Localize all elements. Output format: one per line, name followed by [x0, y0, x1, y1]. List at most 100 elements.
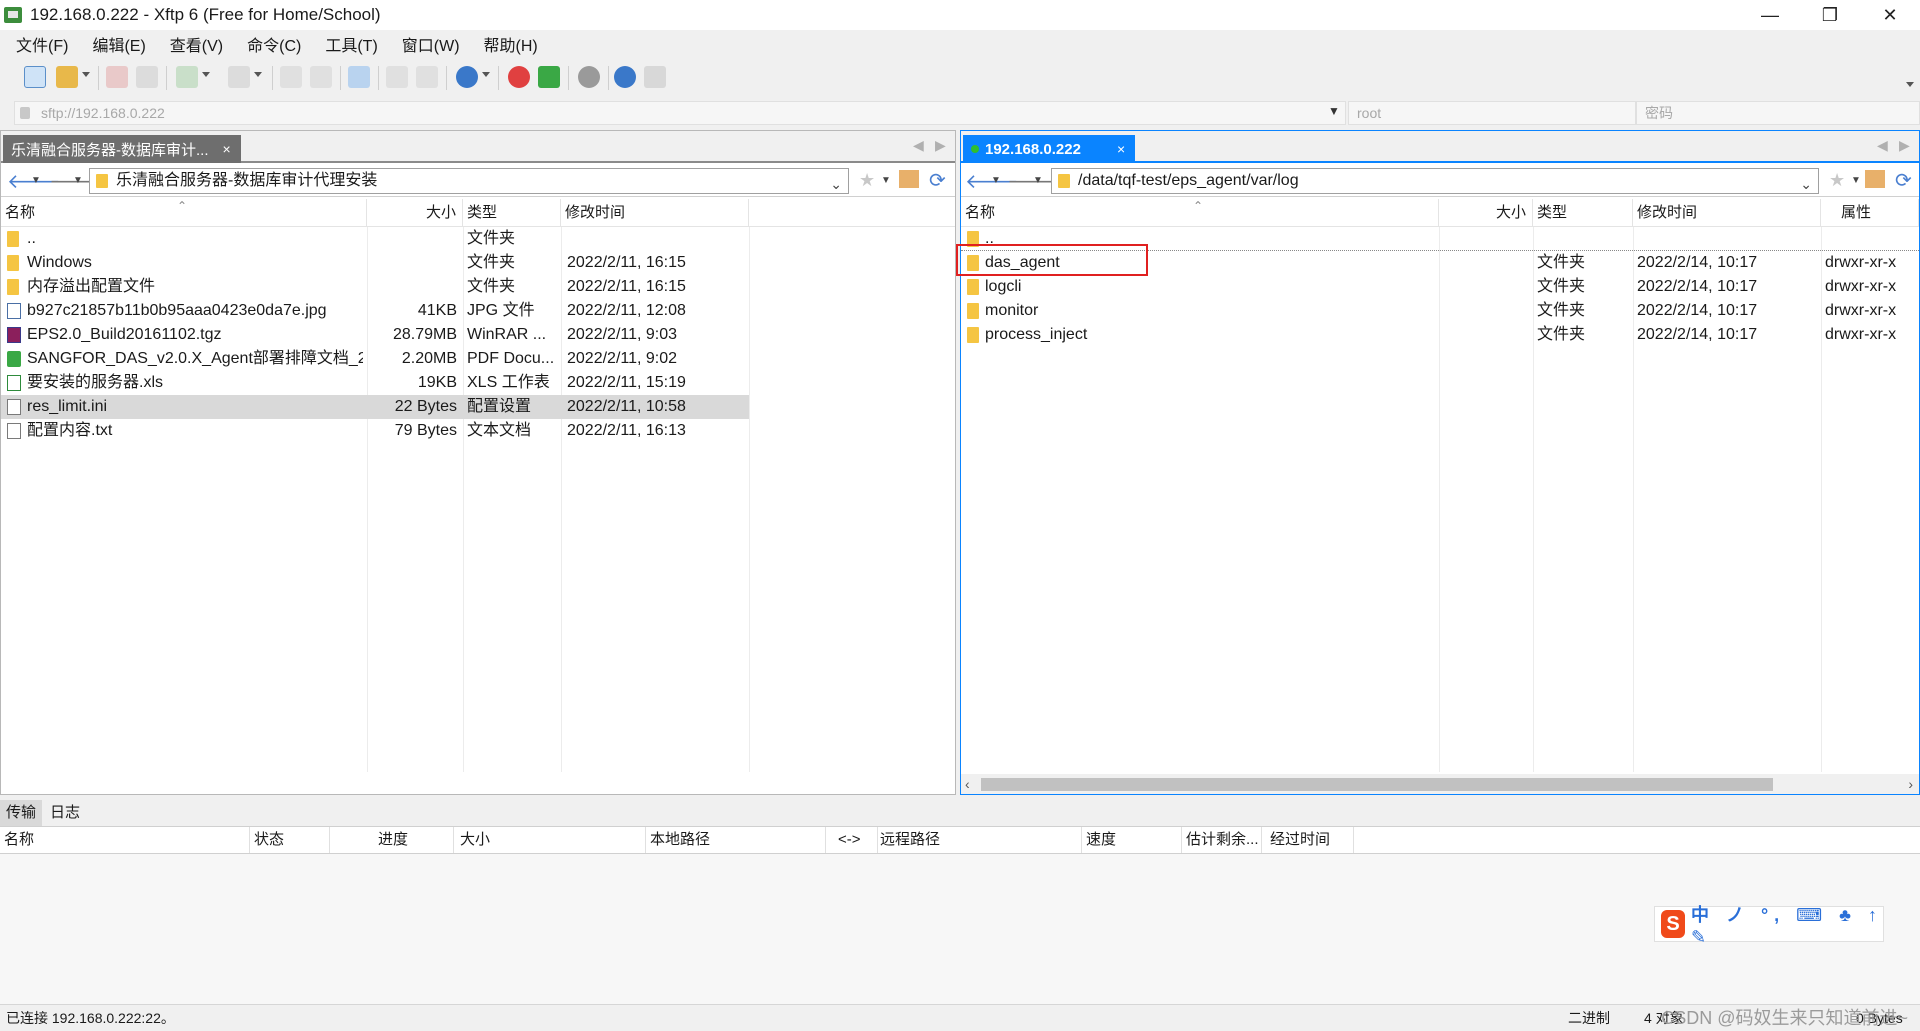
bookmark-dropdown-icon[interactable]: ▼	[1851, 175, 1861, 186]
xfer-col-elapsed[interactable]: 经过时间	[1266, 827, 1354, 853]
menu-file[interactable]: 文件(F)	[12, 30, 72, 58]
file-row[interactable]: b927c21857b11b0b95aaa0423e0da7e.jpg 41KB J…	[1, 299, 749, 323]
file-row[interactable]: SANGFOR_DAS_v2.0.X_Agent部署排障文档_2... 2.20M…	[1, 347, 749, 371]
col-modified[interactable]: 修改时间	[1633, 199, 1821, 227]
xfer-col-direction[interactable]: <->	[834, 827, 878, 853]
maximize-button[interactable]: ❐	[1800, 0, 1860, 30]
toolbar-overflow-icon[interactable]	[1906, 82, 1914, 87]
tab-scroll-left-icon[interactable]: ◀	[913, 137, 924, 154]
tab-close-icon[interactable]: ×	[223, 141, 231, 157]
tab-local-folder[interactable]: 乐清融合服务器-数据库审计... ×	[3, 135, 241, 163]
new-file-icon[interactable]	[280, 66, 302, 88]
remote-path-input[interactable]: /data/tqf-test/eps_agent/var/log ⌄	[1051, 168, 1819, 194]
tab-scroll-left-icon[interactable]: ◀	[1877, 137, 1888, 154]
xshell-icon[interactable]	[508, 66, 530, 88]
ime-toolbar[interactable]: S 中 ノ °, ⌨ ♣ ↑ ✎	[1654, 905, 1884, 947]
paste-icon[interactable]	[416, 66, 438, 88]
menu-command[interactable]: 命令(C)	[243, 30, 305, 58]
properties-icon[interactable]	[310, 66, 332, 88]
close-button[interactable]: ✕	[1860, 0, 1920, 30]
bookmark-dropdown-icon[interactable]: ▼	[881, 175, 891, 186]
tab-scroll-right-icon[interactable]: ▶	[1899, 137, 1910, 154]
username-input[interactable]: root	[1348, 101, 1636, 125]
remote-file-row[interactable]: logcli 文件夹 2022/2/14, 10:17 drwxr-xr-x	[961, 275, 1919, 299]
ime-controls[interactable]: 中 ノ °, ⌨ ♣ ↑ ✎	[1691, 901, 1883, 948]
remote-file-row[interactable]: process_inject 文件夹 2022/2/14, 10:17 drwxr-x…	[961, 323, 1919, 347]
remote-file-row[interactable]: monitor 文件夹 2022/2/14, 10:17 drwxr-xr-x	[961, 299, 1919, 323]
tab-remote-session[interactable]: 192.168.0.222 ×	[963, 135, 1136, 163]
reconnect-icon[interactable]	[136, 66, 158, 88]
menu-help[interactable]: 帮助(H)	[480, 30, 542, 58]
path-dropdown-icon[interactable]: ⌄	[830, 172, 842, 196]
ini-file-icon	[7, 399, 21, 415]
refresh-icon[interactable]: ⟳	[929, 168, 946, 193]
encoding-dropdown-icon[interactable]	[482, 72, 490, 77]
file-row[interactable]: 要安装的服务器.xls 19KB XLS 工作表 2022/2/11, 15:19	[1, 371, 749, 395]
col-modified[interactable]: 修改时间	[561, 199, 749, 227]
tab-transfers[interactable]: 传输	[0, 800, 43, 826]
view-mode-icon[interactable]	[228, 66, 250, 88]
minimize-button[interactable]: —	[1740, 0, 1800, 30]
col-size[interactable]: 大小	[367, 199, 463, 227]
path-dropdown-icon[interactable]: ⌄	[1800, 172, 1812, 196]
file-row[interactable]: Windows 文件夹 2022/2/11, 16:15	[1, 251, 749, 275]
col-attributes[interactable]: 属性	[1821, 199, 1919, 227]
col-size[interactable]: 大小	[1439, 199, 1533, 227]
col-type[interactable]: 类型	[463, 199, 561, 227]
help-icon[interactable]	[614, 66, 636, 88]
remote-path-bar: 🡐 ▼ 🡒 ▼ /data/tqf-test/eps_agent/var/log…	[961, 165, 1919, 197]
remote-horizontal-scrollbar[interactable]: ‹ ›	[961, 774, 1919, 794]
file-row[interactable]: res_limit.ini 22 Bytes 配置设置 2022/2/11, 10:5…	[1, 395, 749, 419]
file-row[interactable]: .. 文件夹	[1, 227, 749, 251]
menu-window[interactable]: 窗口(W)	[398, 30, 464, 58]
copy-icon[interactable]	[386, 66, 408, 88]
home-icon[interactable]	[899, 170, 919, 188]
scrollbar-thumb[interactable]	[981, 778, 1773, 791]
file-row[interactable]: 配置内容.txt 79 Bytes 文本文档 2022/2/11, 16:13	[1, 419, 749, 443]
url-dropdown-icon[interactable]: ▼	[1328, 104, 1340, 118]
xfer-col-size[interactable]: 大小	[456, 827, 646, 853]
menu-view[interactable]: 查看(V)	[166, 30, 227, 58]
tab-log[interactable]: 日志	[44, 800, 86, 826]
settings-dropdown-icon[interactable]	[202, 72, 210, 77]
new-session-icon[interactable]	[24, 66, 46, 88]
star-icon[interactable]: ★	[1829, 170, 1845, 191]
xfer-col-status[interactable]: 状态	[250, 827, 330, 853]
file-attributes: drwxr-xr-x	[1825, 326, 1897, 343]
forward-dropdown-icon[interactable]: ▼	[73, 175, 83, 186]
comment-icon[interactable]	[644, 66, 666, 88]
refresh-icon[interactable]: ⟳	[1895, 168, 1912, 193]
back-dropdown-icon[interactable]: ▼	[31, 175, 41, 186]
gear-icon[interactable]	[578, 66, 600, 88]
forward-dropdown-icon[interactable]: ▼	[1033, 175, 1043, 186]
xfer-col-remote-path[interactable]: 远程路径	[876, 827, 1082, 853]
globe-icon[interactable]	[456, 66, 478, 88]
scroll-left-icon[interactable]: ‹	[965, 774, 970, 794]
tab-close-icon[interactable]: ×	[1117, 141, 1125, 157]
view-dropdown-icon[interactable]	[254, 72, 262, 77]
xfer-col-speed[interactable]: 速度	[1082, 827, 1182, 853]
password-input[interactable]: 密码	[1636, 101, 1920, 125]
open-dropdown-icon[interactable]	[82, 72, 90, 77]
col-type[interactable]: 类型	[1533, 199, 1633, 227]
menu-tools[interactable]: 工具(T)	[321, 30, 381, 58]
open-folder-icon[interactable]	[56, 66, 78, 88]
xftp-icon[interactable]	[538, 66, 560, 88]
xfer-col-progress[interactable]: 进度	[374, 827, 454, 853]
scroll-right-icon[interactable]: ›	[1908, 774, 1913, 794]
disconnect-icon[interactable]	[106, 66, 128, 88]
xfer-col-name[interactable]: 名称	[0, 827, 250, 853]
xfer-col-remaining[interactable]: 估计剩余...	[1182, 827, 1262, 853]
host-url-input[interactable]: sftp://192.168.0.222	[14, 101, 1346, 125]
star-icon[interactable]: ★	[859, 170, 875, 191]
xfer-col-local-path[interactable]: 本地路径	[646, 827, 826, 853]
home-icon[interactable]	[1865, 170, 1885, 188]
back-dropdown-icon[interactable]: ▼	[991, 175, 1001, 186]
sync-transfer-icon[interactable]	[348, 66, 370, 88]
local-path-input[interactable]: 乐清融合服务器-数据库审计代理安装 ⌄	[89, 168, 849, 194]
menu-edit[interactable]: 编辑(E)	[88, 30, 149, 58]
tab-scroll-right-icon[interactable]: ▶	[935, 137, 946, 154]
file-row[interactable]: EPS2.0_Build20161102.tgz 28.79MB WinRAR ..…	[1, 323, 749, 347]
file-row[interactable]: 内存溢出配置文件 文件夹 2022/2/11, 16:15	[1, 275, 749, 299]
session-settings-icon[interactable]	[176, 66, 198, 88]
